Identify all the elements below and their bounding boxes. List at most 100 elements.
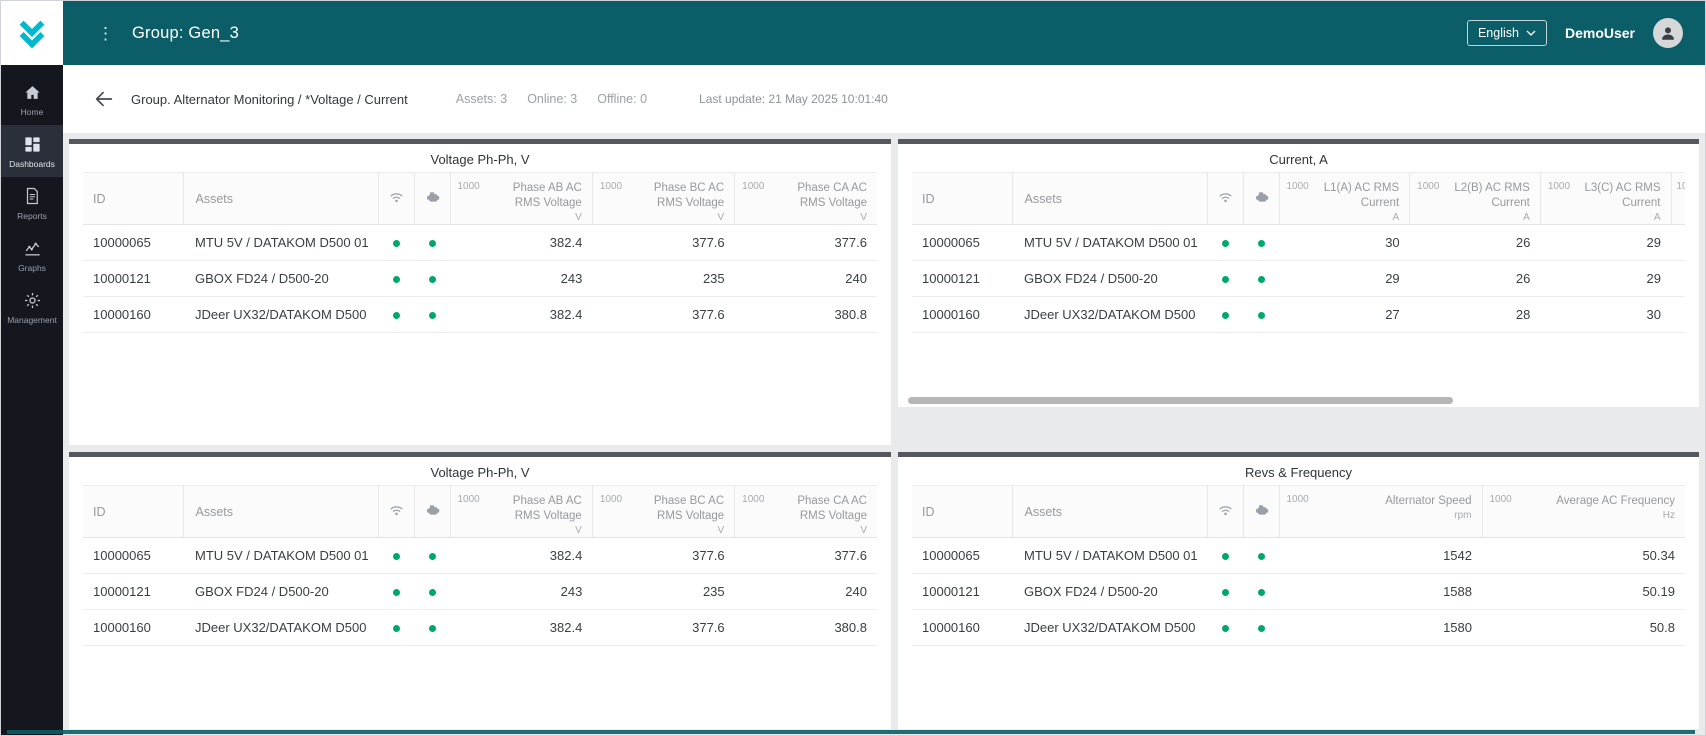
status-dot-green — [429, 589, 436, 596]
column-limit: 1000 — [600, 181, 622, 192]
status-dot-green — [1222, 312, 1229, 319]
asset-id: 10000121 — [912, 261, 1012, 297]
value-cell: 243 — [450, 574, 592, 610]
column-header-engine — [1243, 173, 1279, 225]
sidebar-item-label: Reports — [17, 211, 47, 221]
asset-row[interactable]: 10000160JDeer UX32/DATAKOM D500158050.8 — [912, 610, 1685, 646]
wifi-icon — [389, 190, 404, 207]
sidebar: Home Dashboards Reports Graphs Managemen… — [1, 1, 63, 735]
engine-icon — [425, 190, 440, 207]
column-header-assets: Assets — [183, 486, 378, 538]
asset-row[interactable]: 10000121GBOX FD24 / D500-20158850.19 — [912, 574, 1685, 610]
status-dot-green — [1258, 276, 1265, 283]
horizontal-scrollbar[interactable] — [908, 397, 1453, 404]
asset-row[interactable]: 10000160JDeer UX32/DATAKOM D500382.4377.… — [83, 297, 877, 333]
status-running — [414, 574, 450, 610]
value-cell-clipped — [1671, 261, 1685, 297]
column-header-id: ID — [912, 486, 1012, 538]
column-unit: V — [735, 525, 867, 536]
panel-title: Voltage Ph-Ph, V — [69, 457, 891, 485]
status-dot-green — [1258, 553, 1265, 560]
top-header: ⋮ Group: Gen_3 English DemoUser — [63, 1, 1705, 65]
asset-table: IDAssets1000Phase AB AC RMS VoltageV1000… — [83, 485, 877, 646]
value-cell: 235 — [592, 574, 734, 610]
column-header-value: 1000Phase BC AC RMS VoltageV — [592, 486, 734, 538]
value-cell: 380.8 — [735, 610, 877, 646]
status-online — [378, 261, 414, 297]
sidebar-item-label: Home — [21, 107, 44, 117]
value-cell-clipped — [1671, 225, 1685, 261]
asset-id: 10000065 — [83, 225, 183, 261]
value-cell: 377.6 — [592, 538, 734, 574]
status-running — [414, 261, 450, 297]
column-header-value: 1000Phase CA AC RMS VoltageV — [735, 173, 877, 225]
asset-name: GBOX FD24 / D500-20 — [183, 574, 378, 610]
table-header-row: IDAssets1000Phase AB AC RMS VoltageV1000… — [83, 486, 877, 538]
asset-name: GBOX FD24 / D500-20 — [1012, 574, 1207, 610]
column-header-id: ID — [83, 173, 183, 225]
asset-row[interactable]: 10000121GBOX FD24 / D500-20243235240 — [83, 261, 877, 297]
asset-name: GBOX FD24 / D500-20 — [1012, 261, 1207, 297]
table-header-row: IDAssets1000Phase AB AC RMS VoltageV1000… — [83, 173, 877, 225]
value-cell: 382.4 — [450, 610, 592, 646]
column-limit: 1000 — [1490, 494, 1512, 505]
status-dot-green — [393, 240, 400, 247]
sidebar-item-management[interactable]: Management — [1, 281, 63, 333]
column-header-clipped: 10 — [1671, 173, 1685, 225]
column-header-assets: Assets — [1012, 173, 1207, 225]
value-cell: 29 — [1540, 261, 1671, 297]
status-dot-green — [1222, 589, 1229, 596]
column-limit: 1000 — [742, 181, 764, 192]
asset-row[interactable]: 10000160JDeer UX32/DATAKOM D500382.4377.… — [83, 610, 877, 646]
sidebar-item-graphs[interactable]: Graphs — [1, 229, 63, 281]
column-header-assets: Assets — [1012, 486, 1207, 538]
sidebar-item-reports[interactable]: Reports — [1, 177, 63, 229]
asset-row[interactable]: 10000121GBOX FD24 / D500-20292629 — [912, 261, 1685, 297]
panel-title: Revs & Frequency — [898, 457, 1699, 485]
value-cell: 1580 — [1279, 610, 1482, 646]
column-limit: 1000 — [458, 181, 480, 192]
panel-body: IDAssets1000Phase AB AC RMS VoltageV1000… — [69, 485, 891, 729]
value-cell: 377.6 — [735, 538, 877, 574]
status-online — [378, 574, 414, 610]
asset-row[interactable]: 10000065MTU 5V / DATAKOM D500 01302629 — [912, 225, 1685, 261]
asset-name: JDeer UX32/DATAKOM D500 — [1012, 610, 1207, 646]
column-header-value: 1000Phase CA AC RMS VoltageV — [735, 486, 877, 538]
value-cell: 1542 — [1279, 538, 1482, 574]
graphs-icon — [23, 238, 42, 258]
column-unit: A — [1280, 212, 1400, 223]
column-unit: Hz — [1483, 510, 1676, 521]
value-cell: 29 — [1540, 225, 1671, 261]
bottom-scrollbar[interactable] — [7, 730, 1695, 734]
asset-row[interactable]: 10000065MTU 5V / DATAKOM D500 01382.4377… — [83, 538, 877, 574]
status-running — [1243, 297, 1279, 333]
app-logo[interactable] — [1, 1, 63, 65]
column-limit: 1000 — [458, 494, 480, 505]
asset-row[interactable]: 10000121GBOX FD24 / D500-20243235240 — [83, 574, 877, 610]
chevron-down-icon — [1526, 30, 1536, 36]
column-unit: V — [593, 212, 724, 223]
management-icon — [23, 290, 42, 310]
column-name: Phase BC AC RMS Voltage — [635, 181, 724, 211]
asset-row[interactable]: 10000065MTU 5V / DATAKOM D500 01154250.3… — [912, 538, 1685, 574]
back-button[interactable] — [91, 86, 117, 112]
asset-id: 10000065 — [83, 538, 183, 574]
status-online — [1207, 538, 1243, 574]
status-running — [1243, 610, 1279, 646]
status-online — [378, 225, 414, 261]
value-cell: 382.4 — [450, 225, 592, 261]
column-header-assets: Assets — [183, 173, 378, 225]
sidebar-item-dashboards[interactable]: Dashboards — [1, 125, 63, 177]
sidebar-item-home[interactable]: Home — [1, 73, 63, 125]
sidebar-item-label: Graphs — [18, 263, 46, 273]
toolbar-stats: Assets: 3Online: 3Offline: 0 — [456, 92, 647, 106]
user-icon — [1659, 24, 1677, 42]
value-cell: 26 — [1410, 225, 1541, 261]
language-select[interactable]: English — [1467, 20, 1547, 46]
asset-row[interactable]: 10000065MTU 5V / DATAKOM D500 01382.4377… — [83, 225, 877, 261]
value-cell: 380.8 — [735, 297, 877, 333]
kebab-menu-icon[interactable]: ⋮ — [97, 25, 114, 42]
value-cell: 29 — [1279, 261, 1410, 297]
asset-row[interactable]: 10000160JDeer UX32/DATAKOM D500272830 — [912, 297, 1685, 333]
avatar[interactable] — [1653, 18, 1683, 48]
